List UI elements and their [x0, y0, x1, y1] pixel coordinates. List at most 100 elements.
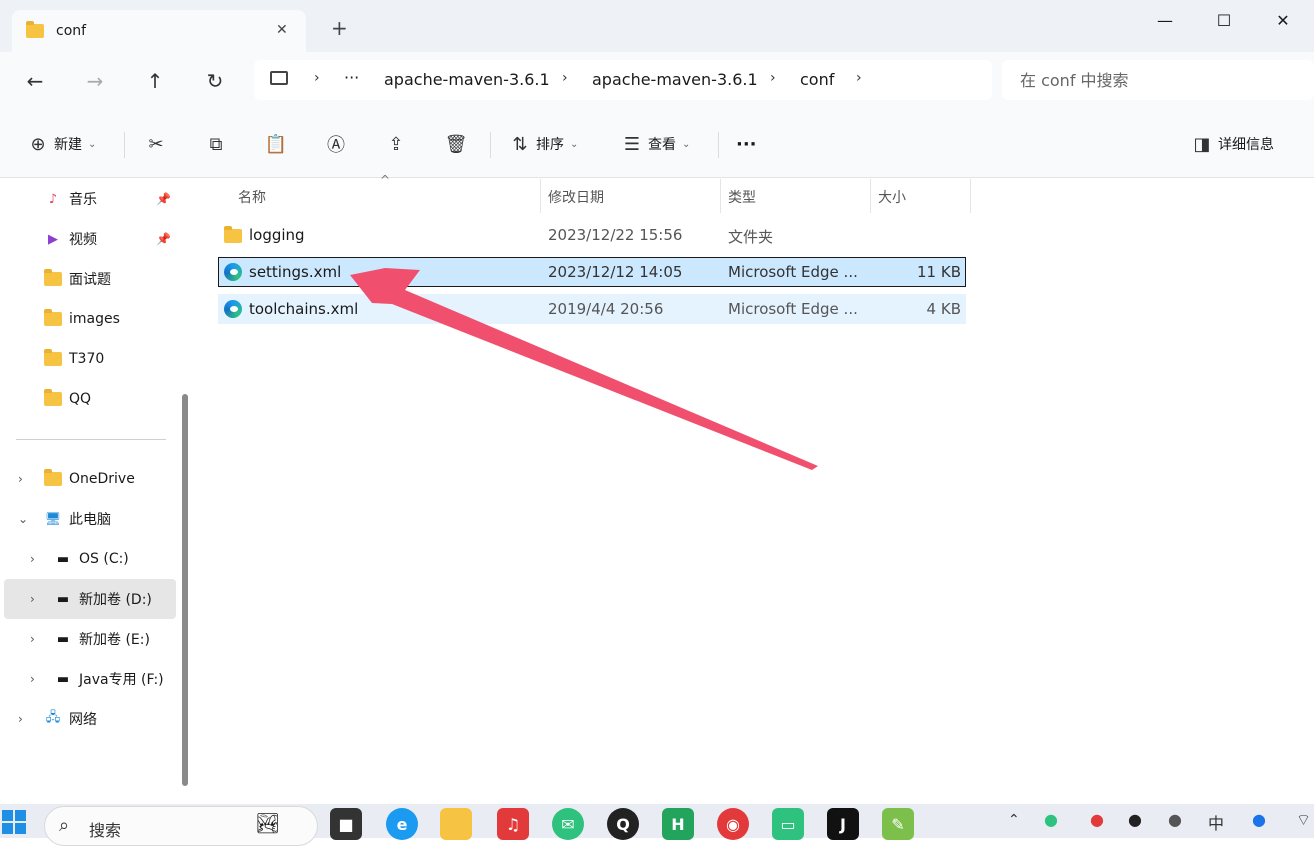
table-row[interactable]: logging 2023/12/22 15:56 文件夹 [218, 220, 966, 250]
file-type: 文件夹 [728, 228, 774, 246]
sidebar-item-drive-f[interactable]: › ▬ Java专用 (F:) [0, 661, 180, 697]
copy-button[interactable]: ⧉ [200, 128, 232, 160]
hbuilder-app-icon[interactable]: H [662, 808, 694, 840]
sidebar-scrollbar[interactable] [182, 394, 188, 786]
chevron-right-icon[interactable]: › [30, 672, 35, 686]
file-name: logging [249, 226, 305, 244]
new-tab-button[interactable]: + [331, 16, 348, 40]
sidebar-item-folder[interactable]: 面试题 [0, 261, 180, 297]
search-box[interactable] [1002, 60, 1314, 100]
breadcrumb[interactable]: › ··· apache-maven-3.6.1 › apache-maven-… [254, 60, 992, 100]
sidebar-item-drive-d[interactable]: › ▬ 新加卷 (D:) [4, 579, 176, 619]
paste-button[interactable]: 📋 [260, 128, 292, 160]
drive-icon: ▬ [56, 591, 70, 607]
chevron-right-icon[interactable]: › [30, 552, 35, 566]
column-divider[interactable] [970, 179, 971, 213]
tray-app-icon[interactable]: ● [1168, 810, 1182, 829]
qq-app-icon[interactable]: Q [607, 808, 639, 840]
sidebar-item-folder[interactable]: images [0, 301, 180, 337]
sidebar-item-drive-c[interactable]: › ▬ OS (C:) [0, 541, 180, 577]
sidebar-item-music[interactable]: ♪ 音乐 📌 [0, 181, 180, 217]
view-button[interactable]: ☰ 查看 ⌄ [616, 128, 690, 160]
table-row[interactable]: toolchains.xml 2019/4/4 20:56 Microsoft … [218, 294, 966, 324]
edge-document-icon [224, 300, 242, 318]
table-row-selected[interactable]: settings.xml 2023/12/12 14:05 Microsoft … [218, 257, 966, 287]
command-bar: ⊕ 新建 ⌄ ✂ ⧉ 📋 Ⓐ ⇪ 🗑 ⇅ 排序 ⌄ ☰ 查看 ⌄ ··· ◨ 详… [0, 110, 1314, 178]
qq-tray-icon[interactable]: ● [1128, 810, 1142, 829]
sidebar-item-drive-e[interactable]: › ▬ 新加卷 (E:) [0, 621, 180, 657]
wechat-app-icon[interactable]: ✉ [552, 808, 584, 840]
rename-button[interactable]: Ⓐ [320, 128, 352, 160]
tab-conf[interactable]: conf ✕ [12, 10, 306, 52]
breadcrumb-item[interactable]: apache-maven-3.6.1 [384, 70, 550, 89]
new-button[interactable]: ⊕ 新建 ⌄ [22, 128, 96, 160]
drive-icon: ▬ [56, 551, 70, 567]
column-divider[interactable] [540, 179, 541, 213]
details-button[interactable]: ◨ 详细信息 [1186, 128, 1274, 160]
delete-button[interactable]: 🗑 [440, 128, 472, 160]
breadcrumb-item[interactable]: conf [800, 70, 834, 89]
new-label: 新建 [54, 137, 82, 153]
taskbar-app-icon[interactable]: ■ [330, 808, 362, 840]
column-header-size[interactable]: 大小 [878, 187, 906, 207]
folder-icon [44, 309, 62, 328]
share-button[interactable]: ⇪ [380, 128, 412, 160]
file-modified: 2023/12/22 15:56 [548, 226, 683, 244]
sidebar-item-video[interactable]: ▶ 视频 📌 [0, 221, 180, 257]
column-divider[interactable] [870, 179, 871, 213]
tray-app-icon[interactable]: ● [1090, 810, 1104, 829]
sort-button[interactable]: ⇅ 排序 ⌄ [504, 128, 578, 160]
file-explorer-app-icon[interactable] [440, 808, 472, 840]
input-method-icon[interactable]: 中 [1208, 810, 1224, 834]
file-name: toolchains.xml [249, 300, 359, 318]
refresh-button[interactable]: ↻ [197, 63, 233, 99]
netease-music-app-icon[interactable]: ♫ [497, 808, 529, 840]
sidebar-item-folder[interactable]: QQ [0, 381, 180, 417]
notepad-app-icon[interactable]: ✎ [882, 808, 914, 840]
up-button[interactable]: ↑ [137, 63, 173, 99]
maximize-button[interactable]: ☐ [1201, 2, 1247, 38]
chevron-right-icon[interactable]: › [18, 712, 23, 726]
chevron-down-icon[interactable]: ⌄ [18, 512, 28, 526]
minimize-button[interactable]: — [1142, 2, 1188, 38]
column-divider[interactable] [720, 179, 721, 213]
back-button[interactable]: ← [17, 63, 53, 99]
wifi-icon[interactable]: ⌔ [1296, 810, 1311, 830]
chevron-up-icon[interactable]: ⌃ [1008, 812, 1020, 828]
chrome-app-icon[interactable]: ◉ [717, 808, 749, 840]
breadcrumb-overflow[interactable]: ··· [344, 68, 359, 87]
close-window-button[interactable]: ✕ [1260, 2, 1306, 38]
sidebar-item-label: 此电脑 [69, 512, 111, 528]
file-list: ^ 名称 修改日期 类型 大小 logging 2023/12/22 15:56… [196, 173, 1314, 804]
sidebar-item-label: 视频 [69, 232, 97, 248]
search-input[interactable] [1020, 69, 1300, 91]
chevron-right-icon[interactable]: › [30, 592, 35, 606]
taskbar-search[interactable]: ⌕ 搜索 🏞 [44, 806, 318, 846]
breadcrumb-item[interactable]: apache-maven-3.6.1 [592, 70, 758, 89]
pin-icon[interactable]: 📌 [156, 192, 171, 206]
more-options-button[interactable]: ··· [736, 128, 757, 160]
sidebar-item-network[interactable]: › 🖧 网络 [0, 701, 180, 737]
close-tab-icon[interactable]: ✕ [276, 22, 288, 38]
sidebar-item-label: images [69, 311, 120, 327]
folder-icon [26, 21, 44, 38]
folder-icon [44, 389, 62, 408]
start-button[interactable] [2, 810, 26, 834]
column-header-name[interactable]: 名称 [238, 187, 266, 207]
chat-app-icon[interactable]: ▭ [772, 808, 804, 840]
chevron-right-icon[interactable]: › [18, 472, 23, 486]
jetbrains-app-icon[interactable]: J [827, 808, 859, 840]
tray-app-icon[interactable]: ● [1252, 810, 1266, 829]
cut-button[interactable]: ✂ [140, 128, 172, 160]
forward-button[interactable]: → [77, 63, 113, 99]
wechat-tray-icon[interactable]: ● [1044, 810, 1058, 829]
column-header-modified[interactable]: 修改日期 [548, 187, 604, 207]
edge-app-icon[interactable]: e [386, 808, 418, 840]
sidebar-item-folder[interactable]: T370 [0, 341, 180, 377]
sidebar-item-this-pc[interactable]: ⌄ 🖥 此电脑 [0, 501, 180, 537]
pin-icon[interactable]: 📌 [156, 232, 171, 246]
column-header-type[interactable]: 类型 [728, 187, 756, 207]
chevron-right-icon[interactable]: › [30, 632, 35, 646]
sidebar-item-onedrive[interactable]: › OneDrive [0, 461, 180, 497]
folder-icon [224, 226, 242, 243]
